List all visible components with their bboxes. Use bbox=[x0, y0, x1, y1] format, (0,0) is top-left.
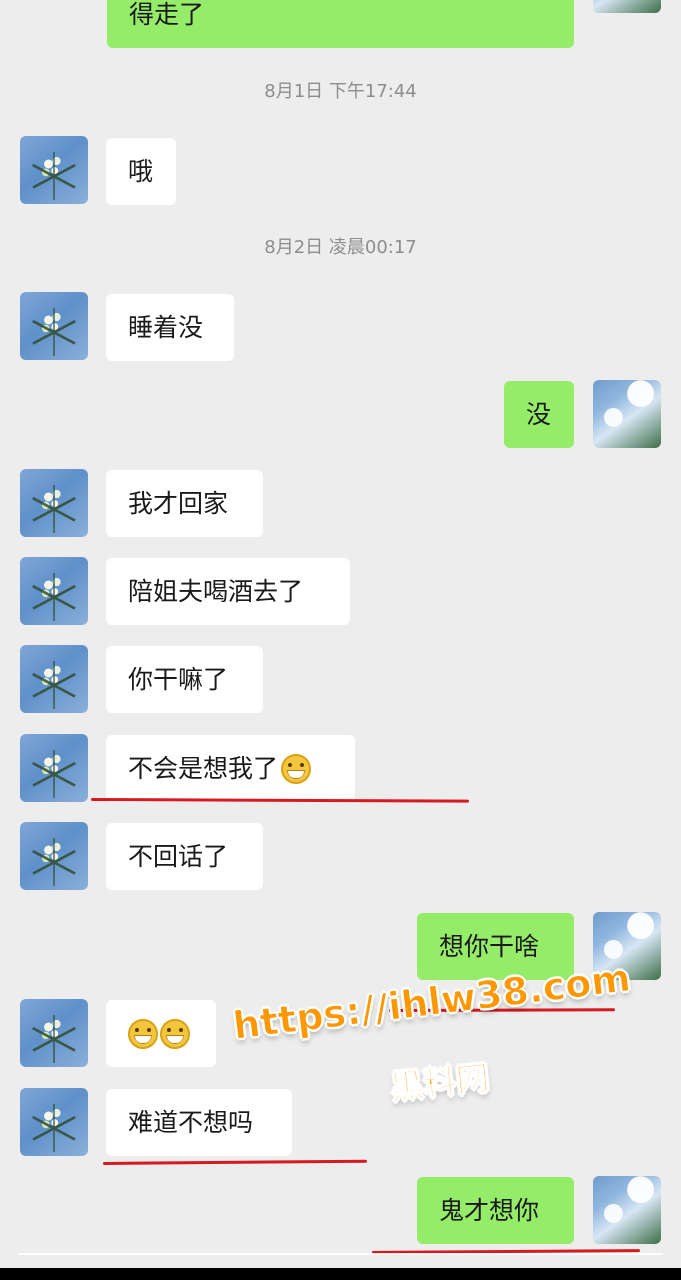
message-text: 想你干啥 bbox=[439, 932, 540, 961]
self-avatar[interactable] bbox=[593, 0, 661, 13]
message-bubble[interactable]: 鬼才想你 bbox=[417, 1177, 574, 1244]
message-bubble[interactable] bbox=[106, 1000, 216, 1067]
message-bubble[interactable]: 想你干啥 bbox=[417, 913, 574, 980]
timestamp: 8月2日 凌晨00:17 bbox=[264, 237, 417, 258]
message-bubble[interactable]: 我才回家 bbox=[106, 470, 263, 537]
message-bubble[interactable]: 得走了 bbox=[107, 0, 574, 48]
message-bubble[interactable]: 没 bbox=[504, 381, 574, 448]
self-avatar[interactable] bbox=[593, 912, 661, 980]
message-text: 陪姐夫喝酒去了 bbox=[128, 577, 304, 606]
watermark: https://ihlw38.com 黑料网 bbox=[230, 955, 666, 1114]
self-avatar[interactable] bbox=[593, 1176, 661, 1244]
contact-avatar[interactable] bbox=[20, 136, 88, 204]
message-text: 没 bbox=[526, 400, 552, 429]
message-bubble[interactable]: 不会是想我了 bbox=[106, 735, 355, 802]
grinning-face-icon bbox=[160, 1018, 190, 1049]
message-bubble[interactable]: 陪姐夫喝酒去了 bbox=[106, 558, 350, 625]
message-text: 得走了 bbox=[129, 0, 205, 29]
message-bubble[interactable]: 睡着没 bbox=[106, 294, 234, 361]
contact-avatar[interactable] bbox=[20, 822, 88, 890]
message-bubble[interactable]: 不回话了 bbox=[106, 823, 263, 890]
chat-screen: 得走了 8月1日 下午17:44 哦 8月2日 凌晨00:17 睡着没 没 我才… bbox=[0, 0, 681, 1280]
message-text: 不会是想我了 bbox=[128, 754, 279, 783]
contact-avatar[interactable] bbox=[20, 1088, 88, 1156]
message-text: 你干嘛了 bbox=[128, 665, 229, 694]
underline-mark bbox=[388, 1008, 616, 1012]
message-text: 我才回家 bbox=[128, 489, 229, 518]
contact-avatar[interactable] bbox=[20, 734, 88, 802]
message-text: 鬼才想你 bbox=[439, 1196, 540, 1225]
message-text: 哦 bbox=[128, 157, 154, 186]
message-bubble[interactable]: 你干嘛了 bbox=[106, 646, 263, 713]
message-bubble[interactable]: 哦 bbox=[106, 138, 176, 205]
contact-avatar[interactable] bbox=[20, 999, 88, 1067]
underline-mark bbox=[102, 1159, 368, 1165]
bottom-bar bbox=[0, 1268, 681, 1280]
contact-avatar[interactable] bbox=[20, 469, 88, 537]
message-text: 不回话了 bbox=[128, 842, 229, 871]
message-text: 难道不想吗 bbox=[128, 1108, 254, 1137]
message-bubble[interactable]: 难道不想吗 bbox=[106, 1089, 292, 1156]
grinning-face-icon bbox=[281, 753, 312, 784]
contact-avatar[interactable] bbox=[20, 292, 88, 360]
timestamp: 8月1日 下午17:44 bbox=[264, 81, 417, 102]
emoji-message bbox=[128, 1018, 190, 1049]
watermark-brand: 黑料网 bbox=[388, 1057, 492, 1108]
message-text: 睡着没 bbox=[128, 313, 204, 342]
self-avatar[interactable] bbox=[593, 380, 661, 448]
scroll-divider bbox=[18, 1253, 663, 1255]
contact-avatar[interactable] bbox=[20, 557, 88, 625]
contact-avatar[interactable] bbox=[20, 645, 88, 713]
grinning-face-icon bbox=[128, 1018, 158, 1049]
